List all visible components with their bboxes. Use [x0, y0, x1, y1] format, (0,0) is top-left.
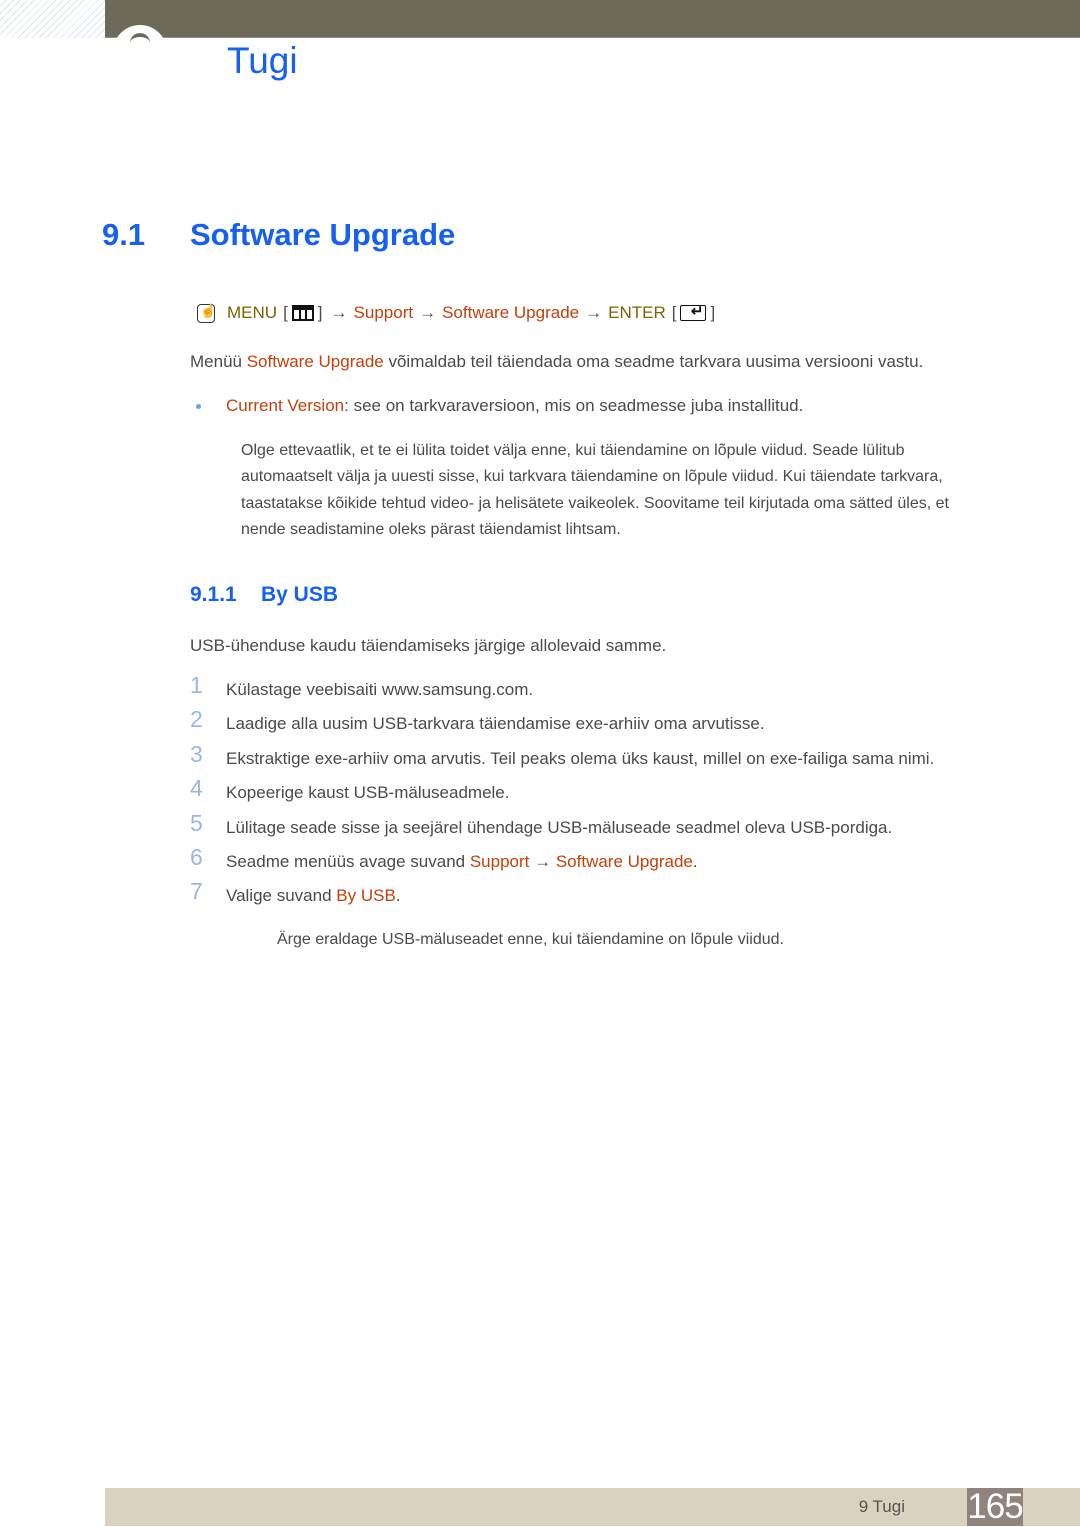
intro-paragraph: Menüü Software Upgrade võimaldab teil tä…	[190, 352, 923, 372]
step-highlight-by-usb: By USB	[336, 886, 396, 906]
step-text: Laadige alla uusim USB-tarkvara täiendam…	[226, 714, 765, 734]
intro-highlight: Software Upgrade	[246, 352, 384, 371]
chapter-header-bar	[105, 0, 1080, 38]
arrow-icon: →	[330, 303, 348, 322]
step-number: 7	[190, 878, 203, 905]
bracket-open: [	[671, 303, 677, 322]
bullet-label: Current Version	[226, 396, 345, 415]
bullet-item-current-version: Current Version: see on tarkvaraversioon…	[226, 396, 803, 416]
bullet-text: : see on tarkvaraversioon, mis on seadme…	[344, 396, 804, 415]
step-highlight-software-upgrade: Software Upgrade	[555, 851, 693, 871]
bracket-close: ]	[710, 303, 716, 322]
step-number: 5	[190, 809, 203, 836]
enter-key-icon	[680, 302, 707, 321]
footer-chapter-label: 9 Tugi	[858, 1497, 905, 1516]
menu-item-software-upgrade: Software Upgrade	[442, 303, 580, 322]
step-text-suffix: .	[692, 851, 698, 871]
step-number: 6	[190, 843, 203, 870]
step-text: Kopeerige kaust USB-mäluseadmele.	[226, 783, 510, 803]
menu-item-support: Support	[353, 303, 414, 322]
bracket-open: [	[283, 303, 288, 322]
subsection-intro: USB-ühenduse kaudu täiendamiseks järgige…	[190, 636, 667, 655]
corner-hatch-decoration	[0, 0, 105, 38]
step-text: Seadme menüüs avage suvand Support → Sof…	[226, 852, 698, 872]
menu-grid-icon	[291, 305, 314, 321]
chapter-title: Tugi	[227, 40, 298, 81]
intro-prefix: Menüü	[190, 352, 247, 371]
section-heading: 9.1 Software Upgrade	[102, 217, 455, 253]
step-number: 4	[190, 775, 203, 802]
intro-suffix: võimaldab teil täiendada oma seadme tark…	[383, 352, 924, 371]
page-footer: 9 Tugi	[105, 1488, 1033, 1526]
subsection-number: 9.1.1	[190, 583, 237, 606]
page-number: 165	[967, 1487, 1024, 1526]
step-number: 2	[190, 706, 203, 733]
step-text: Lülitage seade sisse ja seejärel ühendag…	[226, 817, 893, 837]
menu-label: MENU	[227, 303, 278, 322]
section-title: Software Upgrade	[190, 217, 456, 252]
hand-remote-icon	[197, 303, 216, 323]
step-highlight-support: Support	[469, 851, 530, 871]
arrow-icon: →	[419, 303, 437, 322]
footer-tail	[1023, 1488, 1080, 1526]
step-text-suffix: .	[395, 886, 401, 906]
chapter-number-badge	[113, 25, 167, 79]
subsection-title: By USB	[261, 583, 339, 606]
warning-note: Ärge eraldage USB-mäluseadet enne, kui t…	[277, 931, 784, 948]
section-number: 9.1	[102, 217, 146, 252]
arrow-icon: →	[529, 851, 556, 871]
arrow-icon: →	[585, 303, 603, 322]
step-number: 1	[190, 672, 203, 698]
step-text-prefix: Seadme menüüs avage suvand	[226, 851, 470, 871]
subsection-heading: 9.1.1 By USB	[190, 583, 338, 607]
caution-note: Olge ettevaatlik, et te ei lülita toidet…	[241, 442, 949, 538]
bullet-icon	[196, 404, 201, 409]
menu-path: MENU [ ] → Support → Software Upgrade → …	[197, 302, 717, 323]
bracket-close: ]	[317, 303, 323, 322]
step-text: Külastage veebisaiti www.samsung.com.	[226, 680, 534, 699]
enter-label: ENTER	[608, 303, 666, 322]
step-text: Ekstraktige exe-arhiiv oma arvutis. Teil…	[226, 748, 935, 768]
step-number: 3	[190, 740, 203, 767]
step-text: Valige suvand By USB.	[226, 886, 401, 906]
step-text-prefix: Valige suvand	[226, 886, 337, 906]
